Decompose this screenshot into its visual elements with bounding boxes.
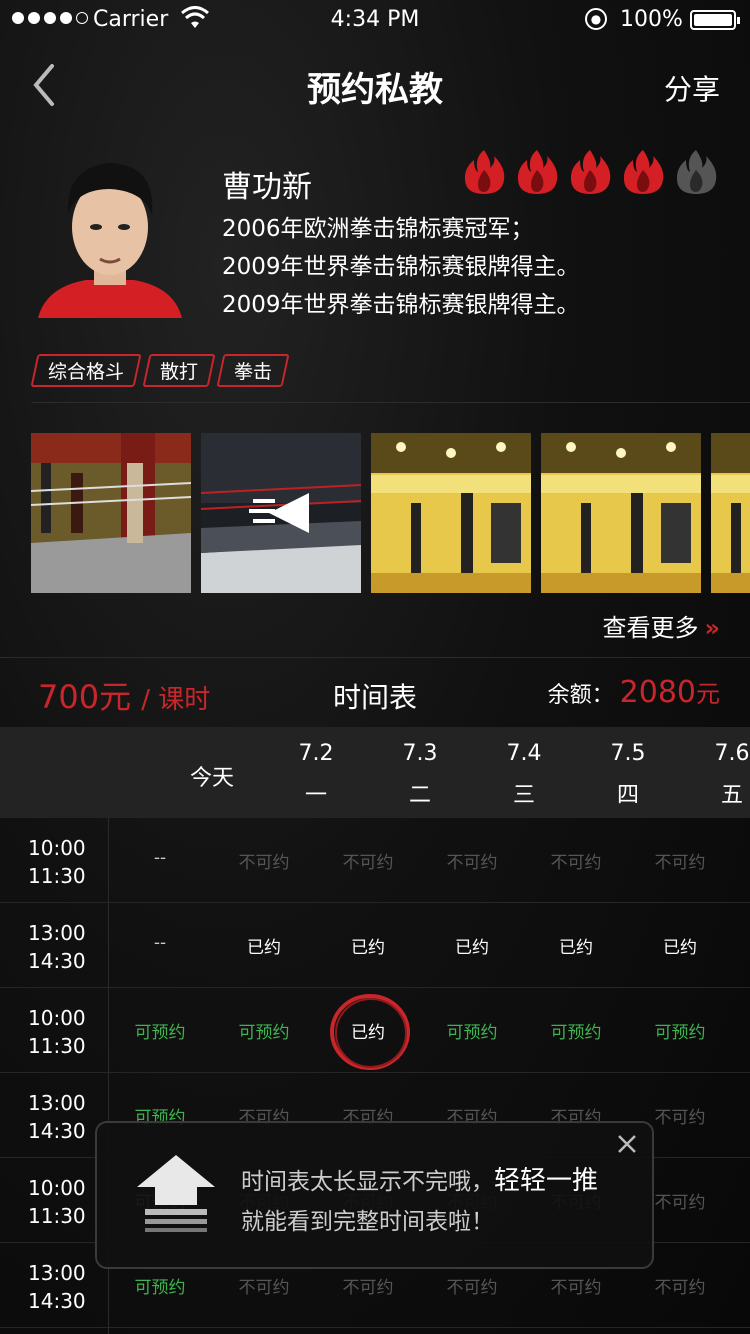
slot-cell: 已约	[247, 938, 281, 958]
slot-start: 10:00	[28, 836, 86, 860]
gallery-photo[interactable]	[371, 433, 531, 593]
column-day: 7.3 二	[316, 727, 438, 818]
gallery-photo[interactable]	[31, 433, 191, 593]
slot-cell: --	[153, 933, 167, 953]
slot-end: 14:30	[28, 1289, 86, 1313]
bio-line: 2009年世界拳击锦标赛银牌得主。	[222, 292, 580, 318]
slot-cell: 不可约	[654, 853, 706, 873]
page-title: 预约私教	[307, 70, 443, 110]
nav-bar: 预约私教 分享	[0, 40, 750, 130]
slot-end: 14:30	[28, 1119, 86, 1143]
day-weekday: 五	[720, 783, 743, 808]
bio-line: 2006年欧洲拳击锦标赛冠军；	[222, 216, 534, 242]
coach-name: 曹功新	[222, 170, 312, 205]
tag-mma: 综合格斗	[30, 354, 142, 387]
column-today: 今天	[108, 727, 234, 818]
bio-line: 2009年世界拳击锦标赛银牌得主。	[222, 254, 580, 280]
rotation-lock-icon: ●	[585, 8, 607, 30]
slot-start: 10:00	[28, 1176, 86, 1200]
hint-popup: 时间表太长显示不完哦，轻轻一推 就能看到完整时间表啦！	[95, 1121, 654, 1269]
slot-start: 13:00	[28, 921, 86, 945]
rating-flames	[462, 148, 719, 196]
slot-start: 10:00	[28, 1006, 86, 1030]
swipe-up-icon	[137, 1155, 215, 1232]
slot-start: 13:00	[28, 1091, 86, 1115]
column-day: 7.5 四	[524, 727, 646, 818]
battery-icon	[690, 10, 740, 30]
balance-amount: 2080	[619, 675, 696, 710]
schedule-row: 13:00 14:30 -- 已约 已约 已约 已约 已约	[0, 903, 750, 988]
divider	[32, 402, 750, 403]
slot-end: 14:30	[28, 949, 86, 973]
slot-end: 11:30	[28, 1204, 86, 1228]
flame-icon	[464, 150, 505, 194]
slot-cell: --	[153, 848, 167, 868]
column-day: 7.2 一	[212, 727, 334, 818]
balance: 余额： 2080元	[548, 674, 720, 710]
slot-cell: 不可约	[342, 853, 394, 873]
selected-slot-circle	[330, 994, 410, 1070]
slot-cell: 已约	[351, 938, 385, 958]
slot-end: 11:30	[28, 864, 86, 888]
slot-cell: 已约	[663, 938, 697, 958]
tag-sanda: 散打	[142, 354, 216, 387]
hint-emphasis: 轻轻一推	[494, 1166, 599, 1196]
day-date: 7.6	[714, 741, 750, 766]
slot-cell[interactable]: 可预约	[108, 1273, 212, 1298]
coach-avatar	[36, 155, 184, 318]
view-more-label: 查看更多	[602, 614, 699, 642]
slot-cell[interactable]: 可预约	[108, 1018, 212, 1043]
slot-end: 11:30	[28, 1034, 86, 1058]
skill-tags: 综合格斗 散打 拳击	[30, 354, 290, 387]
slot-cell[interactable]: 可预约	[212, 1018, 316, 1043]
slot-cell[interactable]: 可预约	[628, 1018, 732, 1043]
flame-icon	[623, 150, 664, 194]
balance-label: 余额：	[547, 683, 614, 708]
time-slot: 10:00 11:30	[28, 834, 86, 890]
slot-cell: 不可约	[550, 853, 602, 873]
gallery-video[interactable]	[201, 433, 361, 593]
double-chevron-right-icon: »	[704, 614, 720, 642]
slot-cell: 不可约	[238, 1278, 290, 1298]
slot-cell: 已约	[455, 938, 489, 958]
flame-empty-icon	[676, 150, 717, 194]
share-button[interactable]: 分享	[664, 68, 720, 108]
schedule-row: 10:00 11:30 -- 不可约 不可约 不可约 不可约 不可约	[0, 818, 750, 903]
price-bar: 700元 / 课时 时间表 余额： 2080元	[0, 657, 750, 727]
slot-cell: 不可约	[550, 1278, 602, 1298]
slot-cell: 不可约	[446, 1278, 498, 1298]
column-day: 7.4 三	[420, 727, 542, 818]
slot-cell: 不可约	[342, 1278, 394, 1298]
photo-gallery[interactable]	[31, 433, 750, 593]
time-slot: 13:00 14:30	[28, 1259, 86, 1315]
time-slot: 13:00 14:30	[28, 919, 86, 975]
tag-boxing: 拳击	[216, 354, 290, 387]
flame-icon	[570, 150, 611, 194]
gallery-photo[interactable]	[541, 433, 701, 593]
gallery-photo[interactable]	[711, 433, 750, 593]
slot-cell: 不可约	[654, 1278, 706, 1298]
slot-cell: 已约	[559, 938, 593, 958]
slot-cell[interactable]: 可预约	[524, 1018, 628, 1043]
hint-line2: 就能看到完整时间表啦！	[241, 1209, 494, 1235]
slot-cell[interactable]: 可预约	[420, 1018, 524, 1043]
view-more-link[interactable]: 查看更多»	[602, 608, 720, 643]
balance-unit: 元	[696, 680, 720, 708]
hint-line1: 时间表太长显示不完哦，	[241, 1169, 494, 1195]
schedule-header: 今天 7.2 一 7.3 二 7.4 三 7.5 四 7.6 五	[0, 727, 750, 818]
time-slot: 10:00 11:30	[28, 1004, 86, 1060]
slot-cell: 不可约	[238, 853, 290, 873]
hint-message: 时间表太长显示不完哦，轻轻一推 就能看到完整时间表啦！	[241, 1161, 598, 1242]
schedule-row: 10:00 11:30 可预约 可预约 已约 可预约 可预约 可预约	[0, 988, 750, 1073]
status-bar: Carrier 4:34 PM ● 100%	[0, 0, 750, 40]
close-icon[interactable]	[616, 1133, 638, 1155]
time-slot: 13:00 14:30	[28, 1089, 86, 1145]
battery-percent: 100%	[620, 7, 683, 32]
slot-cell: 不可约	[446, 853, 498, 873]
time-slot: 10:00 11:30	[28, 1174, 86, 1230]
flame-icon	[517, 150, 558, 194]
column-day: 7.6 五	[628, 727, 750, 818]
slot-start: 13:00	[28, 1261, 86, 1285]
coach-bio: 2006年欧洲拳击锦标赛冠军； 2009年世界拳击锦标赛银牌得主。 2009年世…	[222, 210, 580, 324]
